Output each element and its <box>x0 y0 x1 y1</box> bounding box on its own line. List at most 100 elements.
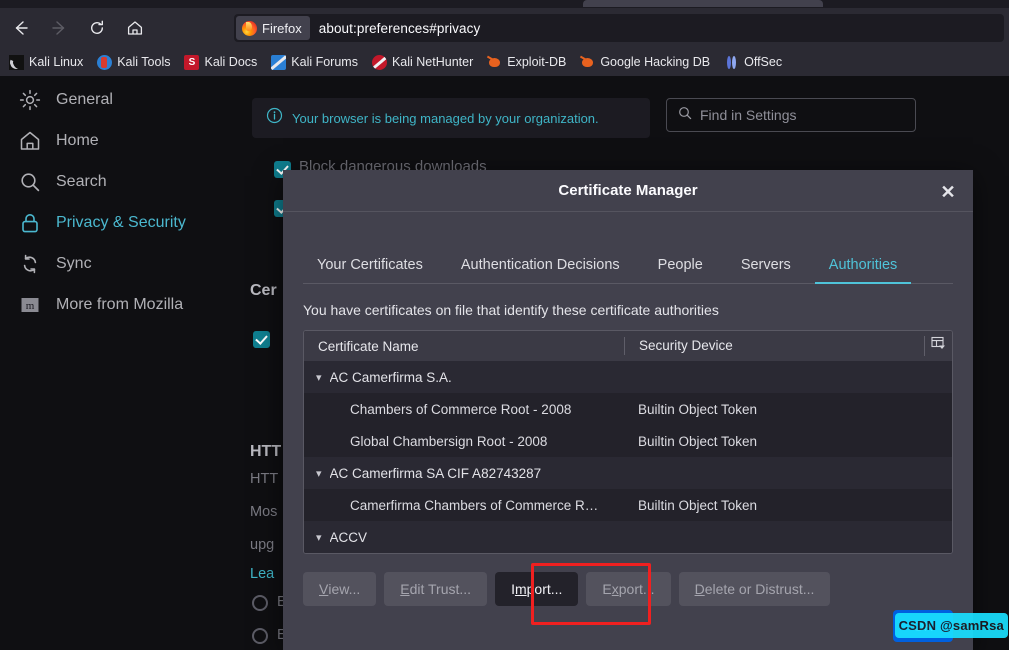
dialog-titlebar: Certificate Manager ✕ <box>283 170 973 212</box>
bookmark-kali-nethunter[interactable]: Kali NetHunter <box>365 51 480 73</box>
search-icon <box>18 170 42 194</box>
table-row[interactable]: ▾ ACCV <box>304 521 952 553</box>
sidebar-item-search[interactable]: Search <box>18 165 250 199</box>
sidebar-item-label: Privacy & Security <box>56 214 186 231</box>
reload-button[interactable] <box>80 12 114 44</box>
bookmark-kali-tools[interactable]: Kali Tools <box>90 51 177 73</box>
sync-icon <box>18 252 42 276</box>
bookmark-label: Kali Forums <box>291 55 358 69</box>
svg-text:m: m <box>26 300 35 312</box>
bookmark-label: Exploit-DB <box>507 55 567 69</box>
find-in-settings-placeholder: Find in Settings <box>700 107 797 123</box>
certificate-list[interactable]: Certificate Name Security Device ▾ AC Ca… <box>303 330 953 554</box>
bookmark-label: Kali Tools <box>117 55 171 69</box>
edit-trust-button[interactable]: Edit Trust... <box>384 572 488 606</box>
column-picker-icon[interactable] <box>924 336 946 356</box>
dialog-button-row: View... Edit Trust... Im port... Ex port..… <box>303 572 973 606</box>
tab-authentication-decisions[interactable]: Authentication Decisions <box>447 257 634 283</box>
dialog-description: You have certificates on file that ident… <box>303 302 719 318</box>
back-button[interactable] <box>4 12 38 44</box>
url-text: about:preferences#privacy <box>318 20 481 36</box>
sidebar-item-more-from-mozilla[interactable]: m More from Mozilla <box>18 288 250 322</box>
export-button[interactable]: Ex port... <box>586 572 671 606</box>
close-icon[interactable]: ✕ <box>935 179 961 205</box>
tab-people[interactable]: People <box>644 257 717 283</box>
sidebar-item-label: Home <box>56 132 99 149</box>
sidebar-item-label: Search <box>56 173 107 190</box>
bookmark-google-hacking-db[interactable]: Google Hacking DB <box>573 51 717 73</box>
view-button[interactable]: View... <box>303 572 377 606</box>
cert-name-text: Camerfirma Chambers of Commerce R… <box>350 497 599 513</box>
browser-tab[interactable] <box>583 0 823 7</box>
https-radio-2[interactable] <box>252 628 268 644</box>
bookmark-label: Kali NetHunter <box>391 55 474 69</box>
chevron-down-icon[interactable]: ▾ <box>316 371 322 384</box>
home-icon <box>18 129 42 153</box>
sidebar-item-sync[interactable]: Sync <box>18 247 250 281</box>
cert-device-text: Builtin Object Token <box>638 433 758 449</box>
dialog-tablist: Your Certificates Authentication Decisio… <box>303 236 953 284</box>
bookmark-kali-forums[interactable]: Kali Forums <box>264 51 365 73</box>
table-row[interactable]: Chambers of Commerce Root - 2008 Builtin… <box>304 393 952 425</box>
info-icon <box>266 107 283 129</box>
kali-nethunter-icon <box>371 54 387 70</box>
watermark: CSDN @samRsa <box>894 613 1008 638</box>
kali-forums-icon <box>271 54 287 70</box>
https-heading: HTT <box>250 443 282 460</box>
preferences-sidebar: General Home Search Privacy & Security S… <box>0 76 250 650</box>
lock-icon <box>18 211 42 235</box>
address-bar[interactable]: Firefox about:preferences#privacy <box>234 14 1004 42</box>
certificate-manager-dialog: Certificate Manager ✕ Your Certificates … <box>283 170 973 650</box>
bookmark-exploit-db[interactable]: Exploit-DB <box>480 51 573 73</box>
chevron-down-icon[interactable]: ▾ <box>316 531 322 544</box>
forward-button[interactable] <box>42 12 76 44</box>
gear-icon <box>18 88 42 112</box>
table-row[interactable]: Camerfirma Chambers of Commerce R… Built… <box>304 489 952 521</box>
delete-or-distrust-button[interactable]: Delete or Distrust... <box>678 572 831 606</box>
table-row[interactable]: ▾ AC Camerfirma S.A. <box>304 361 952 393</box>
sidebar-item-general[interactable]: General <box>18 83 250 117</box>
certificate-list-header: Certificate Name Security Device <box>304 331 952 361</box>
https-radio-1[interactable] <box>252 595 268 611</box>
bookmark-kali-linux[interactable]: Kali Linux <box>2 51 90 73</box>
column-header-certificate-name[interactable]: Certificate Name <box>304 339 624 354</box>
column-header-security-device[interactable]: Security Device <box>624 337 952 355</box>
bookmark-label: Google Hacking DB <box>600 55 711 69</box>
notice-text: Your browser is being managed by your or… <box>292 110 599 126</box>
offsec-icon <box>724 55 739 70</box>
sidebar-item-label: General <box>56 91 113 108</box>
home-button[interactable] <box>118 12 152 44</box>
kali-dragon-icon <box>9 54 24 70</box>
import-button[interactable]: Im port... <box>495 572 579 606</box>
sidebar-item-privacy-security[interactable]: Privacy & Security <box>18 206 250 240</box>
exploit-db-icon <box>487 55 502 70</box>
tab-your-certificates[interactable]: Your Certificates <box>303 257 437 283</box>
identity-chip[interactable]: Firefox <box>236 16 310 40</box>
sidebar-item-label: More from Mozilla <box>56 296 184 313</box>
sidebar-item-home[interactable]: Home <box>18 124 250 158</box>
search-icon <box>678 106 692 125</box>
table-row[interactable]: Global Chambersign Root - 2008 Builtin O… <box>304 425 952 457</box>
cert-name-text: Global Chambersign Root - 2008 <box>350 433 548 449</box>
managed-by-organization-notice: Your browser is being managed by your or… <box>252 98 650 138</box>
tab-strip <box>0 0 1009 8</box>
tab-authorities[interactable]: Authorities <box>814 257 912 284</box>
cert-name: Chambers of Commerce Root - 2008 <box>304 402 624 417</box>
cert-name-text: Chambers of Commerce Root - 2008 <box>350 401 572 417</box>
chevron-down-icon[interactable]: ▾ <box>316 467 322 480</box>
https-learn-more-link[interactable]: Lea <box>250 566 274 582</box>
bookmark-label: Kali Docs <box>204 55 258 69</box>
cert-name-text: AC Camerfirma S.A. <box>329 369 452 385</box>
table-row[interactable]: ▾ AC Camerfirma SA CIF A82743287 <box>304 457 952 489</box>
cert-name-text: AC Camerfirma SA CIF A82743287 <box>329 465 542 481</box>
certificates-heading: Cer <box>250 282 277 299</box>
google-hacking-db-icon <box>580 55 595 70</box>
bookmark-label: Kali Linux <box>29 55 84 69</box>
certificates-checkbox[interactable] <box>253 331 270 348</box>
kali-tools-icon <box>97 54 113 70</box>
find-in-settings-input[interactable]: Find in Settings <box>666 98 916 132</box>
bookmark-offsec[interactable]: OffSec <box>717 51 789 73</box>
tab-servers[interactable]: Servers <box>727 257 805 283</box>
bookmark-kali-docs[interactable]: Kali Docs <box>177 51 264 73</box>
https-line-1: HTT <box>250 471 279 487</box>
